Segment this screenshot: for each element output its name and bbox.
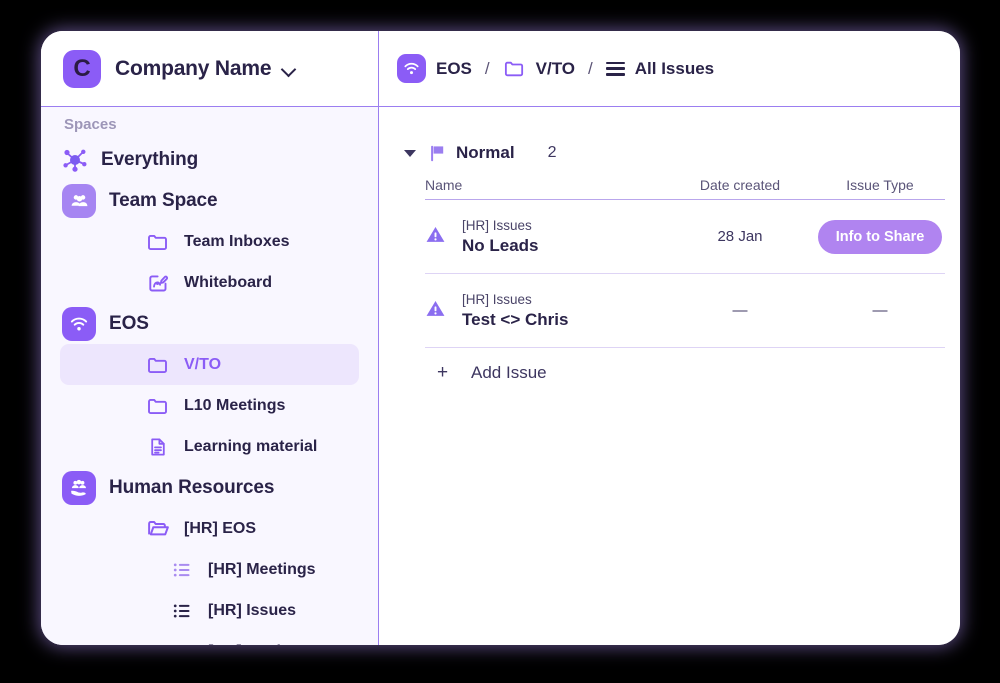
sidebar-item-human-resources[interactable]: Human Resources (41, 467, 378, 508)
people-icon (62, 184, 96, 218)
sidebar-item-label: [HR] Issues (208, 602, 296, 620)
issue-group-header[interactable]: Normal 2 (379, 139, 960, 167)
sidebar-item-label: [HR] Rocks (208, 643, 294, 646)
list-view-icon (606, 62, 625, 76)
chevron-down-icon[interactable] (282, 64, 295, 77)
warning-icon (425, 224, 446, 250)
sidebar-item-hr-meetings[interactable]: [HR] Meetings (41, 549, 378, 590)
sidebar-item-label: [HR] EOS (184, 520, 256, 538)
sidebar-item-eos[interactable]: EOS (41, 303, 378, 344)
issue-date-created: — (665, 302, 815, 319)
breadcrumb: EOS / V/TO / All Issues (379, 31, 960, 107)
sidebar-nav: Spaces (41, 107, 378, 645)
breadcrumb-item-space[interactable]: EOS (397, 54, 472, 83)
breadcrumb-separator: / (588, 59, 593, 79)
sidebar-item-hr-eos[interactable]: [HR] EOS (41, 508, 378, 549)
sidebar-item-label: V/TO (184, 356, 221, 374)
sidebar-item-label: EOS (109, 313, 149, 335)
sidebar-item-everything[interactable]: Everything (41, 139, 378, 180)
plus-icon: + (437, 362, 459, 384)
sidebar-item-vto[interactable]: V/TO (60, 344, 359, 385)
folder-icon (145, 229, 171, 255)
workspace-avatar-letter: C (73, 55, 90, 83)
sidebar-item-whiteboard[interactable]: Whiteboard (41, 262, 378, 303)
list-icon (169, 639, 195, 646)
list-icon (169, 598, 195, 624)
column-header-name[interactable]: Name (425, 177, 665, 193)
document-icon (145, 434, 171, 460)
breadcrumb-separator: / (485, 59, 490, 79)
app-window: C Company Name Spaces (41, 31, 960, 645)
column-header-issue-type[interactable]: Issue Type (815, 177, 945, 193)
sidebar-section-label: Spaces (41, 116, 378, 139)
sidebar-item-hr-issues[interactable]: [HR] Issues (41, 590, 378, 631)
issue-name-cell[interactable]: [HR] Issues No Leads (425, 216, 665, 258)
molecule-icon (62, 147, 88, 173)
issue-parent-list: [HR] Issues (462, 216, 539, 236)
breadcrumb-space-label: EOS (436, 59, 472, 79)
folder-icon (503, 57, 526, 80)
sidebar-item-label: Team Space (109, 190, 217, 212)
workspace-avatar: C (63, 50, 101, 88)
workspace-name: Company Name (115, 57, 271, 81)
sidebar-item-label: Learning material (184, 438, 317, 456)
wifi-icon (397, 54, 426, 83)
issue-type-cell[interactable]: Info to Share (815, 220, 945, 254)
issue-date-created: 28 Jan (665, 228, 815, 245)
sidebar-item-label: Whiteboard (184, 274, 272, 292)
caret-down-icon[interactable] (404, 150, 416, 157)
sidebar: C Company Name Spaces (41, 31, 379, 645)
add-issue-label: Add Issue (471, 363, 547, 383)
list-icon (169, 557, 195, 583)
folder-icon (145, 352, 171, 378)
issue-type-cell[interactable]: — (815, 302, 945, 319)
status-badge[interactable]: Info to Share (818, 220, 943, 254)
sidebar-item-label: Team Inboxes (184, 233, 290, 251)
hr-hand-icon (62, 471, 96, 505)
issue-parent-list: [HR] Issues (462, 290, 568, 310)
issue-title: No Leads (462, 235, 539, 257)
issues-list: Normal 2 Name Date created Issue Type (379, 107, 960, 645)
table-row[interactable]: [HR] Issues Test <> Chris — — (425, 274, 945, 348)
breadcrumb-view-label: All Issues (635, 59, 714, 79)
breadcrumb-folder-label: V/TO (536, 59, 575, 79)
column-header-date-created[interactable]: Date created (665, 177, 815, 193)
folder-icon (145, 393, 171, 419)
breadcrumb-item-folder[interactable]: V/TO (503, 57, 575, 80)
warning-icon (425, 298, 446, 324)
sidebar-item-label: Human Resources (109, 477, 274, 499)
add-issue-button[interactable]: + Add Issue (425, 348, 945, 398)
sidebar-item-team-space[interactable]: Team Space (41, 180, 378, 221)
issues-table: Name Date created Issue Type (379, 167, 960, 398)
main-panel: EOS / V/TO / All Issues (379, 31, 960, 645)
workspace-switcher[interactable]: C Company Name (41, 31, 378, 107)
flag-icon (430, 145, 446, 162)
sidebar-item-label: [HR] Meetings (208, 561, 316, 579)
sidebar-item-label: L10 Meetings (184, 397, 285, 415)
issue-title: Test <> Chris (462, 309, 568, 331)
table-row[interactable]: [HR] Issues No Leads 28 Jan Info to Shar… (425, 200, 945, 274)
sidebar-item-hr-rocks[interactable]: [HR] Rocks (41, 631, 378, 645)
sidebar-item-l10-meetings[interactable]: L10 Meetings (41, 385, 378, 426)
breadcrumb-item-view[interactable]: All Issues (606, 59, 714, 79)
sidebar-item-learning-material[interactable]: Learning material (41, 426, 378, 467)
issue-group-count: 2 (548, 144, 557, 162)
sidebar-item-team-inboxes[interactable]: Team Inboxes (41, 221, 378, 262)
folder-open-icon (145, 516, 171, 542)
issue-group-name: Normal (456, 143, 515, 163)
table-header-row: Name Date created Issue Type (425, 167, 945, 200)
sidebar-item-label: Everything (101, 149, 198, 171)
issue-name-cell[interactable]: [HR] Issues Test <> Chris (425, 290, 665, 332)
whiteboard-icon (145, 270, 171, 296)
wifi-icon (62, 307, 96, 341)
